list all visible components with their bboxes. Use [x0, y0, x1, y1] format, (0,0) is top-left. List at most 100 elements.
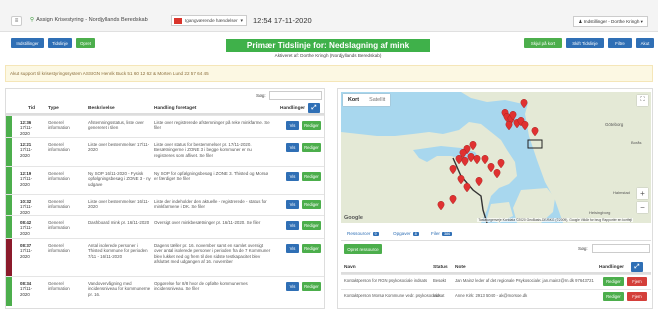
- fullscreen-icon[interactable]: ⛶: [637, 95, 648, 106]
- row-status-bar: [6, 138, 12, 166]
- map-label-goteborg: Göteborg: [605, 122, 624, 127]
- row-beskrivelse: Afstemningsstatus, liste over genereret …: [88, 120, 144, 131]
- right-panel: Göteborg Borås Halmstad Helsingborg Kort…: [337, 88, 653, 309]
- clock: 12:54 17-11-2020: [253, 16, 312, 25]
- top-bar: ≡ ⚲ Assign Krisestyring - Nordjyllands Be…: [0, 0, 658, 32]
- resource-note: Jan Mainz leder af det regionale Psykoso…: [455, 278, 594, 283]
- row-type: Generel information: [48, 142, 70, 153]
- row-beskrivelse: Antal isolerede personer i Thisted kommu…: [88, 243, 148, 259]
- row-time: 10:32 17/11-2020: [20, 199, 40, 215]
- map-canvas: Göteborg Borås Halmstad Helsingborg: [341, 92, 651, 223]
- col-navn[interactable]: Navn: [344, 265, 356, 270]
- resource-table-header: Navn Status Note Handlinger ⤢: [341, 259, 651, 274]
- row-date: 17/11-2020: [20, 125, 33, 136]
- col-note[interactable]: Note: [455, 265, 466, 270]
- col-status[interactable]: Status: [433, 265, 448, 270]
- tab-filer[interactable]: Filer 386: [431, 231, 453, 236]
- col-handling[interactable]: Handling foretaget: [154, 106, 196, 111]
- skjul-paa-kort-button[interactable]: Skjul på kort: [524, 38, 562, 48]
- resource-rediger-button[interactable]: Rediger: [603, 277, 624, 286]
- support-alert: Akut support til krisestyringssystem ASS…: [5, 65, 653, 82]
- row-date: 17/11-2020: [20, 248, 33, 259]
- akut-button[interactable]: Akut: [636, 38, 654, 48]
- tab-filer-label: Filer: [431, 231, 440, 236]
- rediger-button[interactable]: Rediger: [302, 143, 321, 152]
- tab-opgaver[interactable]: Opgaver 8: [393, 231, 419, 236]
- hamburger-icon[interactable]: ≡: [11, 16, 22, 26]
- vis-button[interactable]: Vis: [286, 143, 299, 152]
- row-beskrivelse: Liste over bestemmelser 17/11-2020: [88, 142, 150, 153]
- vis-button[interactable]: Vis: [286, 172, 299, 181]
- resource-tabs: Ressourcer 9 Opgaver 8 Filer 386: [341, 228, 651, 241]
- col-beskrivelse[interactable]: Beskrivelse: [88, 106, 115, 111]
- row-handling: Oversigt over minkbesætninger pr. 16/11-…: [154, 220, 261, 225]
- incident-select[interactable]: Igangværende hændelser ▾: [171, 15, 247, 26]
- location-title: ⚲ Assign Krisestyring - Nordjyllands Bere…: [30, 17, 148, 23]
- map-label-helsingborg: Helsingborg: [589, 210, 610, 215]
- opret-button[interactable]: Opret: [76, 38, 95, 48]
- resource-fjern-button[interactable]: Fjern: [627, 277, 647, 286]
- map-attribution[interactable]: Tastaturgenveje Kortdata ©2020 GeoBasis-…: [477, 218, 633, 222]
- resource-navn: Kontaktperson for RGN psykosociale indsa…: [344, 278, 428, 283]
- timeline-search-input[interactable]: [269, 91, 322, 100]
- row-time: 12:21 17/11-2020: [20, 142, 40, 158]
- map[interactable]: Göteborg Borås Halmstad Helsingborg Kort…: [341, 92, 651, 223]
- rediger-button[interactable]: Rediger: [302, 121, 321, 130]
- resource-search-input[interactable]: [592, 244, 650, 253]
- indstillinger-button[interactable]: Indstillinger: [11, 38, 44, 48]
- row-type: Generel information: [48, 199, 70, 210]
- row-beskrivelse: Vandovervågning med incidensniveau for k…: [88, 281, 151, 297]
- row-date: 17/11-2020: [20, 147, 33, 158]
- vis-button[interactable]: Vis: [286, 121, 299, 130]
- skift-tidslinje-button[interactable]: Skift Tidslinje: [566, 38, 604, 48]
- tab-opgaver-count: 8: [412, 232, 419, 236]
- vis-button[interactable]: Vis: [286, 282, 299, 291]
- tidslinje-button[interactable]: Tidslinje: [48, 38, 72, 48]
- tab-filer-count: 386: [441, 232, 453, 236]
- timeline-banner: Primær Tidslinje for: Nedslagning af min…: [226, 39, 430, 52]
- rediger-button[interactable]: Rediger: [302, 172, 321, 181]
- map-tab-kort[interactable]: Kort: [343, 94, 364, 106]
- user-menu[interactable]: ♟ Indstillinger - Dorthe Kringh ▾: [573, 16, 648, 27]
- vis-button[interactable]: Vis: [286, 200, 299, 209]
- user-menu-label: Indstillinger - Dorthe Kringh: [583, 19, 640, 24]
- row-beskrivelse: Dashboard mink pr. 16/11-2020: [88, 220, 150, 225]
- timeline-row: 12:36 17/11-2020 Generel information Afstem…: [6, 115, 324, 137]
- row-beskrivelse: Liste over bestemmelser 16/11-2020: [88, 199, 150, 210]
- filtre-button[interactable]: Filtre: [608, 38, 632, 48]
- row-status-bar: [6, 195, 12, 215]
- vis-button[interactable]: Vis: [286, 244, 299, 253]
- map-tab-satellit[interactable]: Satellit: [364, 94, 390, 106]
- map-marker[interactable]: [505, 121, 513, 131]
- row-handling: Opgørelse for 8/8 hvor de opfølte kommun…: [154, 281, 248, 292]
- timeline-row: 12:19 17/11-2020 Generel information Ny SOP…: [6, 166, 324, 194]
- rediger-button[interactable]: Rediger: [302, 200, 321, 209]
- map-marker[interactable]: [521, 121, 529, 131]
- timeline-row: 08:37 17/11-2020 Generel information Antal …: [6, 238, 324, 276]
- row-time: 08:37 17/11-2020: [20, 243, 40, 259]
- rediger-button[interactable]: Rediger: [302, 244, 321, 253]
- tab-ressourcer[interactable]: Ressourcer 9: [347, 231, 379, 236]
- resource-status: Besøkt: [433, 278, 447, 283]
- row-handling: Liste over registrerede afstemninger på …: [154, 120, 270, 131]
- incident-select-label: Igangværende hændelser: [185, 18, 238, 23]
- opret-ressource-button[interactable]: Opret ressource: [344, 244, 382, 254]
- col-type[interactable]: Type: [48, 106, 59, 111]
- resource-row: Kontaktperson Morsø Kommune vedr. psykos…: [341, 289, 651, 303]
- resource-expand-icon[interactable]: ⤢: [631, 262, 643, 272]
- resource-fjern-button[interactable]: Fjern: [627, 292, 647, 301]
- rediger-button[interactable]: Rediger: [302, 282, 321, 291]
- vis-button[interactable]: Vis: [286, 221, 299, 230]
- expand-icon[interactable]: ⤢: [308, 103, 320, 113]
- resource-rediger-button[interactable]: Rediger: [603, 292, 624, 301]
- resource-navn: Kontaktperson Morsø Kommune vedr. psykos…: [344, 293, 440, 298]
- zoom-out-button[interactable]: −: [637, 202, 648, 213]
- timeline-table-header: Tid Type Beskrivelse Handling foretaget …: [6, 101, 324, 115]
- map-marker[interactable]: [520, 99, 528, 109]
- timeline-row: 08:34 17/11-2020 Generel information Vandov…: [6, 276, 324, 306]
- zoom-in-button[interactable]: +: [637, 188, 648, 199]
- tab-opgaver-label: Opgaver: [393, 231, 411, 236]
- rediger-button[interactable]: Rediger: [302, 221, 321, 230]
- row-handling: Ny SOP for opfølgningsbesøg i ZONE 3. Th…: [154, 171, 269, 182]
- col-tid[interactable]: Tid: [28, 106, 35, 111]
